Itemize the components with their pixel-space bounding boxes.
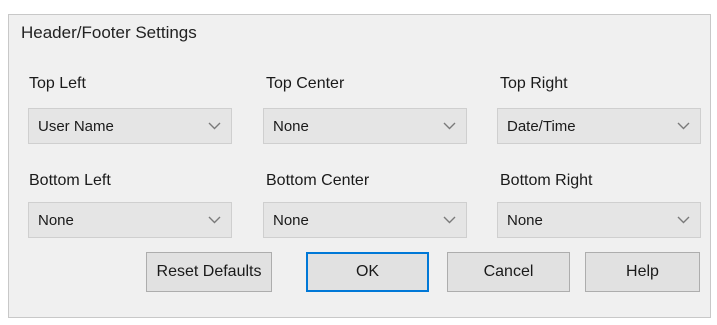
ok-button[interactable]: OK	[306, 252, 429, 292]
bottom-right-label: Bottom Right	[500, 172, 593, 189]
bottom-right-value: None	[507, 212, 543, 229]
help-button[interactable]: Help	[585, 252, 700, 292]
bottom-left-dropdown[interactable]: None	[28, 202, 232, 238]
bottom-center-label: Bottom Center	[266, 172, 370, 189]
top-right-value: Date/Time	[507, 118, 576, 135]
bottom-center-dropdown[interactable]: None	[263, 202, 467, 238]
chevron-down-icon	[677, 216, 690, 224]
chevron-down-icon	[443, 122, 456, 130]
bottom-left-label: Bottom Left	[29, 172, 111, 189]
top-left-dropdown[interactable]: User Name	[28, 108, 232, 144]
dialog-title: Header/Footer Settings	[21, 23, 197, 42]
top-right-label: Top Right	[500, 75, 568, 92]
top-right-dropdown[interactable]: Date/Time	[497, 108, 701, 144]
chevron-down-icon	[208, 216, 221, 224]
bottom-center-value: None	[273, 212, 309, 229]
chevron-down-icon	[677, 122, 690, 130]
top-center-dropdown[interactable]: None	[263, 108, 467, 144]
bottom-right-dropdown[interactable]: None	[497, 202, 701, 238]
chevron-down-icon	[443, 216, 456, 224]
top-left-value: User Name	[38, 118, 114, 135]
top-left-label: Top Left	[29, 75, 86, 92]
top-center-label: Top Center	[266, 75, 345, 92]
reset-defaults-button[interactable]: Reset Defaults	[146, 252, 272, 292]
top-center-value: None	[273, 118, 309, 135]
bottom-left-value: None	[38, 212, 74, 229]
chevron-down-icon	[208, 122, 221, 130]
cancel-button[interactable]: Cancel	[447, 252, 570, 292]
